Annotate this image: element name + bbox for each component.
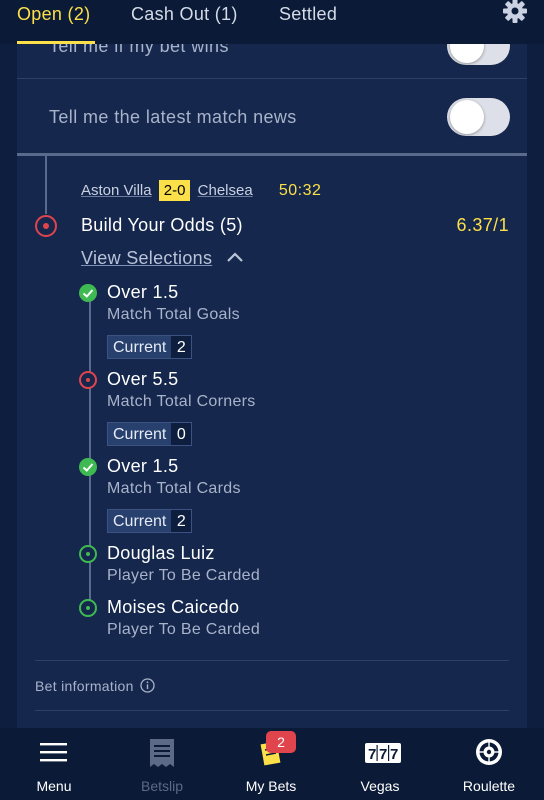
current-label: Current xyxy=(113,426,167,443)
section-divider xyxy=(17,153,527,156)
home-team-link[interactable]: Aston Villa xyxy=(81,182,152,199)
match-info: Aston Villa 2-0 Chelsea 50:32 xyxy=(81,180,321,202)
check-circle-icon xyxy=(79,458,97,476)
nav-label: Menu xyxy=(36,778,72,794)
selection-market: Player To Be Carded xyxy=(107,621,261,638)
divider xyxy=(35,660,509,661)
nav-label: Betslip xyxy=(140,778,184,794)
selection-market: Match Total Goals xyxy=(107,306,240,323)
current-label: Current xyxy=(113,513,167,530)
selection-name: Over 1.5 xyxy=(107,456,179,476)
bet-title: Build Your Odds (5) xyxy=(81,215,243,235)
svg-text:7: 7 xyxy=(368,746,376,763)
current-stat: Current 0 xyxy=(107,422,193,446)
roulette-wheel-icon xyxy=(473,738,505,768)
toggle-knob xyxy=(450,100,484,134)
tab-open[interactable]: Open (2) xyxy=(17,4,90,25)
divider xyxy=(35,710,509,711)
match-clock: 50:32 xyxy=(278,182,322,199)
nav-betslip[interactable]: Betslip xyxy=(108,728,216,800)
selection-name: Moises Caicedo xyxy=(107,597,240,617)
tab-cash-out[interactable]: Cash Out (1) xyxy=(131,4,238,25)
svg-text:7: 7 xyxy=(390,746,398,763)
nav-label: My Bets xyxy=(245,778,297,794)
bottom-navigation: Menu Betslip My Bets 2 777 Vegas Roulett… xyxy=(0,728,544,800)
nav-menu[interactable]: Menu xyxy=(0,728,108,800)
nav-vegas[interactable]: 777 Vegas xyxy=(326,728,434,800)
slot-777-icon: 777 xyxy=(364,738,401,768)
current-value: 0 xyxy=(171,423,192,445)
nav-label: Roulette xyxy=(462,778,516,794)
selection-market: Match Total Corners xyxy=(107,393,256,410)
losing-status-icon xyxy=(79,371,97,389)
selection-name: Over 5.5 xyxy=(107,369,179,389)
current-stat: Current 2 xyxy=(107,335,193,359)
match-news-toggle[interactable] xyxy=(447,98,510,136)
view-selections-link[interactable]: View Selections xyxy=(81,248,212,269)
bet-card: Tell me if my bet wins Tell me the lates… xyxy=(17,27,527,728)
my-bets-count-badge: 2 xyxy=(266,731,296,753)
open-status-icon xyxy=(79,599,97,617)
preference-label: Tell me the latest match news xyxy=(49,107,297,127)
receipt-icon xyxy=(146,738,178,768)
bet-status-tabs: Open (2) Cash Out (1) Settled xyxy=(0,0,544,44)
info-icon xyxy=(140,678,155,693)
bet-information-label: Bet information xyxy=(35,678,134,694)
bet-status-icon xyxy=(35,215,57,237)
selection-name: Over 1.5 xyxy=(107,282,179,302)
check-circle-icon xyxy=(79,284,97,302)
chevron-up-icon[interactable] xyxy=(225,250,245,264)
current-value: 2 xyxy=(171,336,192,358)
current-value: 2 xyxy=(171,510,192,532)
nav-label: Vegas xyxy=(360,778,400,794)
current-stat: Current 2 xyxy=(107,509,193,533)
score-badge: 2-0 xyxy=(158,180,191,201)
away-team-link[interactable]: Chelsea xyxy=(198,182,253,199)
preference-match-news: Tell me the latest match news xyxy=(17,79,527,156)
svg-text:7: 7 xyxy=(379,746,387,763)
current-label: Current xyxy=(113,339,167,356)
bet-information-link[interactable]: Bet information xyxy=(35,678,155,694)
active-tab-indicator xyxy=(17,41,95,44)
gear-icon[interactable] xyxy=(500,0,530,26)
selection-name: Douglas Luiz xyxy=(107,543,215,563)
timeline-line xyxy=(45,156,47,214)
selection-market: Match Total Cards xyxy=(107,480,241,497)
selection-market: Player To Be Carded xyxy=(107,567,261,584)
bet-odds: 6.37/1 xyxy=(456,215,509,235)
nav-roulette[interactable]: Roulette xyxy=(435,728,543,800)
tab-settled[interactable]: Settled xyxy=(279,4,337,25)
hamburger-icon xyxy=(38,738,70,768)
open-status-icon xyxy=(79,545,97,563)
